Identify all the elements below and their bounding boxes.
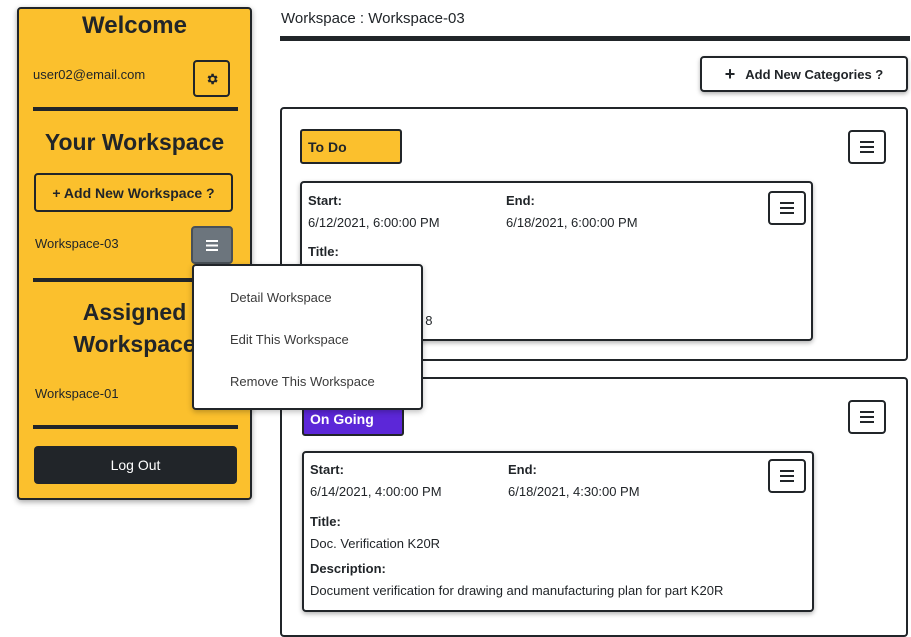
category-label: To Do [300, 129, 402, 164]
hamburger-icon [206, 239, 218, 251]
sidebar-item-workspace-01[interactable]: Workspace-01 [35, 386, 119, 401]
add-category-label: Add New Categories ? [745, 66, 884, 82]
sidebar-item-workspace-03[interactable]: Workspace-03 [35, 236, 119, 251]
logout-button[interactable]: Log Out [34, 446, 237, 484]
task-menu-button[interactable] [768, 459, 806, 493]
start-label: Start: [308, 193, 342, 208]
header-divider [280, 36, 910, 41]
menu-item-remove-workspace[interactable]: Remove This Workspace [230, 374, 375, 389]
end-label: End: [506, 193, 535, 208]
title-label: Title: [310, 514, 341, 529]
plus-icon: + [724, 64, 736, 84]
gear-icon [207, 73, 218, 84]
sidebar: Welcome user02@email.com Your Workspace … [17, 7, 252, 500]
end-value: 6/18/2021, 6:00:00 PM [506, 215, 638, 230]
settings-button[interactable] [193, 60, 230, 97]
welcome-heading: Welcome [82, 12, 187, 39]
hamburger-icon [780, 202, 794, 214]
start-value: 6/14/2021, 4:00:00 PM [310, 484, 442, 499]
category-menu-button[interactable] [848, 400, 886, 434]
hamburger-icon [860, 411, 874, 423]
user-email: user02@email.com [33, 67, 146, 82]
your-workspace-heading: Your Workspace [44, 129, 225, 155]
title-value: Doc. Verification K20R [310, 536, 441, 551]
sidebar-divider [33, 107, 238, 111]
start-value: 6/12/2021, 6:00:00 PM [308, 215, 440, 230]
task-card[interactable]: Start: 6/14/2021, 4:00:00 PM End: 6/18/2… [302, 451, 814, 612]
category-menu-button[interactable] [848, 130, 886, 164]
title-label: Title: [308, 244, 339, 259]
task-menu-button[interactable] [768, 191, 806, 225]
start-label: Start: [310, 462, 344, 477]
description-value: Document verification for drawing and ma… [310, 583, 724, 598]
hamburger-icon [780, 470, 794, 482]
add-workspace-button[interactable]: + Add New Workspace ? [34, 173, 233, 212]
end-value: 6/18/2021, 4:30:00 PM [508, 484, 640, 499]
end-label: End: [508, 462, 537, 477]
workspace-menu-button[interactable] [191, 226, 233, 264]
sidebar-divider [33, 425, 238, 429]
menu-item-edit-workspace[interactable]: Edit This Workspace [230, 332, 349, 347]
page-title: Workspace : Workspace-03 [281, 10, 465, 27]
description-label: Description: [310, 561, 386, 576]
menu-item-detail-workspace[interactable]: Detail Workspace [230, 290, 332, 305]
category-panel-ongoing: On Going Start: 6/14/2021, 4:00:00 PM En… [280, 377, 908, 637]
hamburger-icon [860, 141, 874, 153]
add-category-button[interactable]: + Add New Categories ? [700, 56, 908, 92]
workspace-dropdown-menu: Detail Workspace Edit This Workspace Rem… [192, 264, 423, 410]
